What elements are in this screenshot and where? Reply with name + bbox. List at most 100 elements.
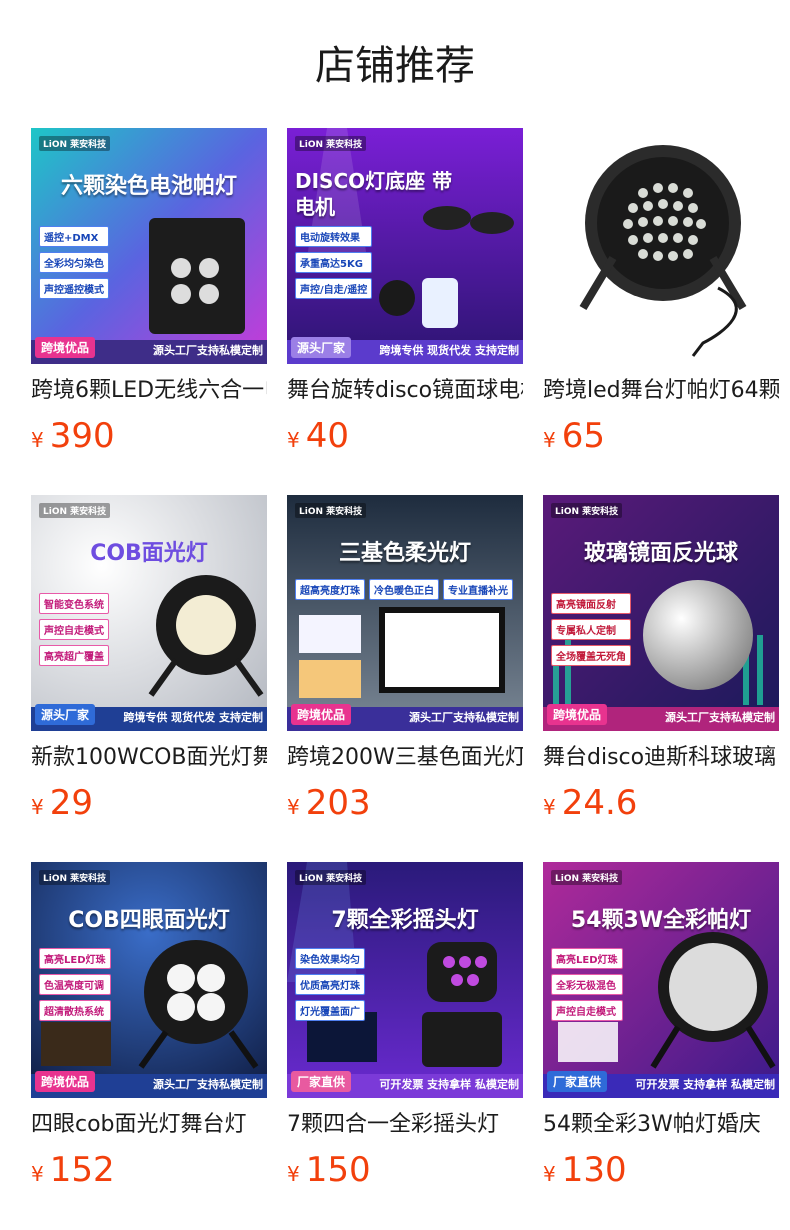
product-name[interactable]: 四眼cob面光灯舞台灯 — [31, 1106, 267, 1144]
image-banner: 跨境专供 现货代发 支持定制 — [123, 711, 263, 724]
feature-list: 遥控+DMX 全彩均匀染色 声控遥控模式 — [39, 226, 109, 304]
image-banner: 可开发票 支持拿样 私模定制 — [379, 1078, 519, 1091]
brand-logo: LiON 莱安科技 — [295, 136, 367, 151]
product-price: ¥150 — [287, 1148, 371, 1192]
feature-chip: 灯光覆盖面广 — [295, 1000, 365, 1021]
product-price: ¥40 — [287, 414, 349, 458]
image-banner: 源头工厂支持私模定制 — [153, 344, 263, 357]
product-card[interactable]: LiON 莱安科技 玻璃镜面反光球 高亮镜面反射 专属私人定制 全场覆盖无死角 … — [543, 495, 779, 825]
image-tag: 跨境优品 — [547, 704, 608, 725]
image-banner: 源头工厂支持私模定制 — [153, 1078, 263, 1091]
product-image[interactable]: LiON 莱安科技 COB四眼面光灯 高亮LED灯珠 色温亮度可调 超清散热系统… — [31, 862, 267, 1098]
product-name[interactable]: 新款100WCOB面光灯舞台 — [31, 739, 267, 777]
brand-logo: LiON 莱安科技 — [39, 136, 111, 151]
feature-chip: 染色效果均匀 — [295, 948, 365, 969]
feature-chip: 智能变色系统 — [39, 593, 109, 614]
image-tag: 跨境优品 — [291, 704, 352, 725]
product-card[interactable]: LiON 莱安科技 COB四眼面光灯 高亮LED灯珠 色温亮度可调 超清散热系统… — [31, 862, 267, 1192]
feature-chip: 专业直播补光 — [443, 579, 513, 600]
product-price: ¥65 — [543, 414, 605, 458]
feature-chip: 全彩无极混色 — [551, 974, 623, 995]
product-card[interactable]: LiON 莱安科技 7颗全彩摇头灯 染色效果均匀 优质高亮灯珠 灯光覆盖面广 厂… — [287, 862, 523, 1192]
feature-list: 高亮LED灯珠 色温亮度可调 超清散热系统 — [39, 948, 111, 1026]
page-title: 店铺推荐 — [315, 43, 475, 89]
image-banner: 源头工厂支持私模定制 — [665, 711, 775, 724]
feature-list: 染色效果均匀 优质高亮灯珠 灯光覆盖面广 — [295, 948, 365, 1026]
image-tag: 源头厂家 — [35, 704, 96, 725]
currency-symbol: ¥ — [543, 795, 556, 819]
feature-chip: 高亮超广覆盖 — [39, 645, 109, 666]
image-tag: 源头厂家 — [291, 337, 352, 358]
feature-chip: 专属私人定制 — [551, 619, 631, 640]
product-image[interactable]: LiON 莱安科技 三基色柔光灯 超高亮度灯珠 冷色暖色正白 专业直播补光 跨境… — [287, 495, 523, 731]
feature-chip: 声控/自走/遥控 — [295, 278, 373, 299]
currency-symbol: ¥ — [31, 795, 44, 819]
currency-symbol: ¥ — [31, 428, 44, 452]
product-name[interactable]: 跨境led舞台灯帕灯64颗 — [543, 372, 779, 410]
feature-chip: 承重高达5KG — [295, 252, 373, 273]
product-image[interactable]: LiON 莱安科技 六颗染色电池帕灯 遥控+DMX 全彩均匀染色 声控遥控模式 … — [31, 128, 267, 364]
product-image[interactable] — [543, 128, 779, 364]
product-image[interactable]: LiON 莱安科技 COB面光灯 智能变色系统 声控自走模式 高亮超广覆盖 源头… — [31, 495, 267, 731]
product-card[interactable]: LiON 莱安科技 DISCO灯底座 带电机 电动旋转效果 承重高达5KG 声控… — [287, 128, 523, 458]
image-tag: 厂家直供 — [291, 1071, 352, 1092]
product-name[interactable]: 舞台disco迪斯科球玻璃 — [543, 739, 779, 777]
product-price: ¥203 — [287, 781, 371, 825]
feature-chip: 声控自走模式 — [39, 619, 109, 640]
feature-chip: 高亮镜面反射 — [551, 593, 631, 614]
product-card[interactable]: LiON 莱安科技 三基色柔光灯 超高亮度灯珠 冷色暖色正白 专业直播补光 跨境… — [287, 495, 523, 825]
image-headline: 玻璃镜面反光球 — [583, 541, 738, 566]
product-name[interactable]: 跨境6颗LED无线六合一电池帕灯 — [31, 372, 267, 410]
product-image[interactable]: LiON 莱安科技 玻璃镜面反光球 高亮镜面反射 专属私人定制 全场覆盖无死角 … — [543, 495, 779, 731]
feature-list: 高亮镜面反射 专属私人定制 全场覆盖无死角 — [551, 593, 631, 671]
product-card[interactable]: 跨境led舞台灯帕灯64颗 ¥65 — [543, 128, 779, 458]
price-value: 130 — [561, 1150, 627, 1190]
feature-chip: 电动旋转效果 — [295, 226, 373, 247]
price-value: 65 — [561, 416, 605, 456]
feature-chip: 全场覆盖无死角 — [551, 645, 631, 666]
product-card[interactable]: LiON 莱安科技 54颗3W全彩帕灯 高亮LED灯珠 全彩无极混色 声控自走模… — [543, 862, 779, 1192]
product-image[interactable]: LiON 莱安科技 7颗全彩摇头灯 染色效果均匀 优质高亮灯珠 灯光覆盖面广 厂… — [287, 862, 523, 1098]
feature-list: 高亮LED灯珠 全彩无极混色 声控自走模式 — [551, 948, 623, 1026]
feature-chip: 遥控+DMX — [39, 226, 109, 247]
price-value: 390 — [49, 416, 115, 456]
image-headline: COB四眼面光灯 — [68, 908, 230, 933]
brand-logo: LiON 莱安科技 — [39, 870, 111, 885]
product-name[interactable]: 54颗全彩3W帕灯婚庆 — [543, 1106, 779, 1144]
image-banner: 跨境专供 现货代发 支持定制 — [379, 344, 519, 357]
product-name[interactable]: 跨境200W三基色面光灯 — [287, 739, 523, 777]
image-headline: 7颗全彩摇头灯 — [331, 908, 479, 933]
currency-symbol: ¥ — [543, 428, 556, 452]
image-headline: COB面光灯 — [90, 541, 208, 566]
feature-chip: 全彩均匀染色 — [39, 252, 109, 273]
product-card[interactable]: LiON 莱安科技 六颗染色电池帕灯 遥控+DMX 全彩均匀染色 声控遥控模式 … — [31, 128, 267, 458]
image-banner: 可开发票 支持拿样 私模定制 — [635, 1078, 775, 1091]
product-name[interactable]: 舞台旋转disco镜面球电机 — [287, 372, 523, 410]
product-name[interactable]: 7颗四合一全彩摇头灯 — [287, 1106, 523, 1144]
image-headline: DISCO灯底座 带电机 — [295, 169, 453, 219]
brand-logo: LiON 莱安科技 — [551, 870, 623, 885]
feature-chip: 高亮LED灯珠 — [551, 948, 623, 969]
image-tag: 跨境优品 — [35, 337, 96, 358]
image-headline: 54颗3W全彩帕灯 — [570, 908, 752, 933]
price-value: 150 — [305, 1150, 371, 1190]
currency-symbol: ¥ — [543, 1162, 556, 1186]
product-image[interactable]: LiON 莱安科技 54颗3W全彩帕灯 高亮LED灯珠 全彩无极混色 声控自走模… — [543, 862, 779, 1098]
feature-chip: 优质高亮灯珠 — [295, 974, 365, 995]
product-price: ¥390 — [31, 414, 115, 458]
brand-logo: LiON 莱安科技 — [295, 870, 367, 885]
brand-logo: LiON 莱安科技 — [39, 503, 111, 518]
feature-list: 电动旋转效果 承重高达5KG 声控/自走/遥控 — [295, 226, 373, 304]
feature-chip: 声控遥控模式 — [39, 278, 109, 299]
product-price: ¥24.6 — [543, 781, 637, 825]
image-banner: 源头工厂支持私模定制 — [409, 711, 519, 724]
brand-logo: LiON 莱安科技 — [551, 503, 623, 518]
product-image[interactable]: LiON 莱安科技 DISCO灯底座 带电机 电动旋转效果 承重高达5KG 声控… — [287, 128, 523, 364]
product-card[interactable]: LiON 莱安科技 COB面光灯 智能变色系统 声控自走模式 高亮超广覆盖 源头… — [31, 495, 267, 825]
currency-symbol: ¥ — [287, 795, 300, 819]
feature-chip: 声控自走模式 — [551, 1000, 623, 1021]
feature-chip: 色温亮度可调 — [39, 974, 111, 995]
feature-chip: 超清散热系统 — [39, 1000, 111, 1021]
price-value: 29 — [49, 783, 93, 823]
feature-list: 超高亮度灯珠 冷色暖色正白 专业直播补光 — [295, 579, 513, 605]
